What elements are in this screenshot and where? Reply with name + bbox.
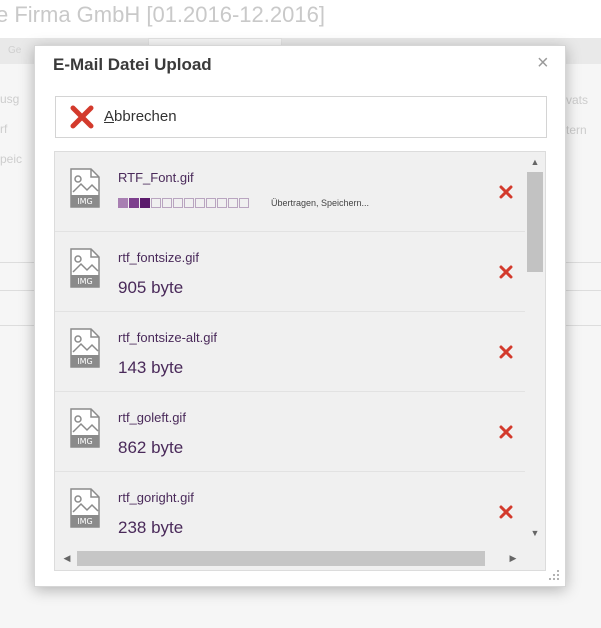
file-name: rtf_fontsize.gif [118, 250, 199, 265]
progress-cell [129, 198, 139, 208]
horizontal-scroll-thumb[interactable] [77, 551, 485, 566]
progress-cell [151, 198, 161, 208]
upload-dialog: E-Mail Datei Upload × Abbrechen IMG RTF_… [34, 45, 566, 587]
progress-cell [184, 198, 194, 208]
background-label: rf [0, 122, 8, 136]
progress-cell [118, 198, 128, 208]
file-type-label: IMG [77, 357, 92, 366]
background-label: tern [566, 123, 587, 137]
file-name: rtf_fontsize-alt.gif [118, 330, 217, 345]
progress-cell [228, 198, 238, 208]
vertical-scroll-thumb[interactable] [527, 172, 543, 272]
scroll-up-icon[interactable]: ▲ [529, 156, 541, 168]
file-name: RTF_Font.gif [118, 170, 194, 185]
background-label: peic [0, 152, 23, 166]
list-item: IMG rtf_fontsize.gif 905 byte [55, 232, 525, 312]
cancel-label-text: bbrechen [114, 108, 177, 125]
background-label: usg [0, 92, 20, 106]
background-label: vats [566, 93, 589, 107]
cancel-x-icon [70, 105, 94, 129]
progress-cell [217, 198, 227, 208]
file-type-label: IMG [77, 197, 92, 206]
resize-grip-icon[interactable] [547, 568, 561, 582]
remove-file-icon[interactable] [498, 264, 514, 280]
image-file-icon: IMG [70, 248, 100, 288]
remove-file-icon[interactable] [498, 424, 514, 440]
file-type-label: IMG [77, 277, 92, 286]
progress-cell [162, 198, 172, 208]
file-name: rtf_goright.gif [118, 490, 194, 505]
scroll-down-icon[interactable]: ▼ [529, 527, 541, 539]
image-file-icon: IMG [70, 488, 100, 528]
upload-status: Übertragen, Speichern... [271, 198, 370, 208]
image-file-icon: IMG [70, 328, 100, 368]
file-size: 905 byte [118, 278, 184, 297]
list-item: IMG rtf_fontsize-alt.gif 143 byte [55, 312, 525, 392]
progress-cell [140, 198, 150, 208]
list-item: IMG rtf_goright.gif 238 byte [55, 472, 525, 552]
file-type-label: IMG [77, 437, 92, 446]
file-size: 862 byte [118, 438, 184, 457]
scroll-left-icon[interactable]: ◀ [61, 552, 73, 564]
progress-cell [173, 198, 183, 208]
file-type-label: IMG [77, 517, 92, 526]
progress-cell [206, 198, 216, 208]
list-item: IMG rtf_goleft.gif 862 byte [55, 392, 525, 472]
file-name: rtf_goleft.gif [118, 410, 186, 425]
progress-cell [195, 198, 205, 208]
file-list: IMG RTF_Font.gif Übertragen, Speichern..… [54, 151, 546, 571]
cancel-button[interactable]: Abbrechen [55, 96, 547, 138]
dialog-title: E-Mail Datei Upload [53, 55, 212, 74]
remove-file-icon[interactable] [498, 184, 514, 200]
remove-file-icon[interactable] [498, 344, 514, 360]
background-window-title: e Firma GmbH [01.2016-12.2016] [0, 0, 601, 38]
scroll-right-icon[interactable]: ▶ [507, 552, 519, 564]
progress-cell [239, 198, 249, 208]
image-file-icon: IMG [70, 168, 100, 208]
image-file-icon: IMG [70, 408, 100, 448]
cancel-button-label: Abbrechen [104, 108, 177, 125]
cancel-accelerator-key: A [104, 108, 115, 125]
remove-file-icon[interactable] [498, 504, 514, 520]
file-size: 238 byte [118, 518, 184, 537]
list-item: IMG RTF_Font.gif Übertragen, Speichern..… [55, 152, 525, 232]
close-icon[interactable]: × [537, 52, 549, 74]
upload-progress-bar [118, 198, 250, 210]
file-size: 143 byte [118, 358, 184, 377]
